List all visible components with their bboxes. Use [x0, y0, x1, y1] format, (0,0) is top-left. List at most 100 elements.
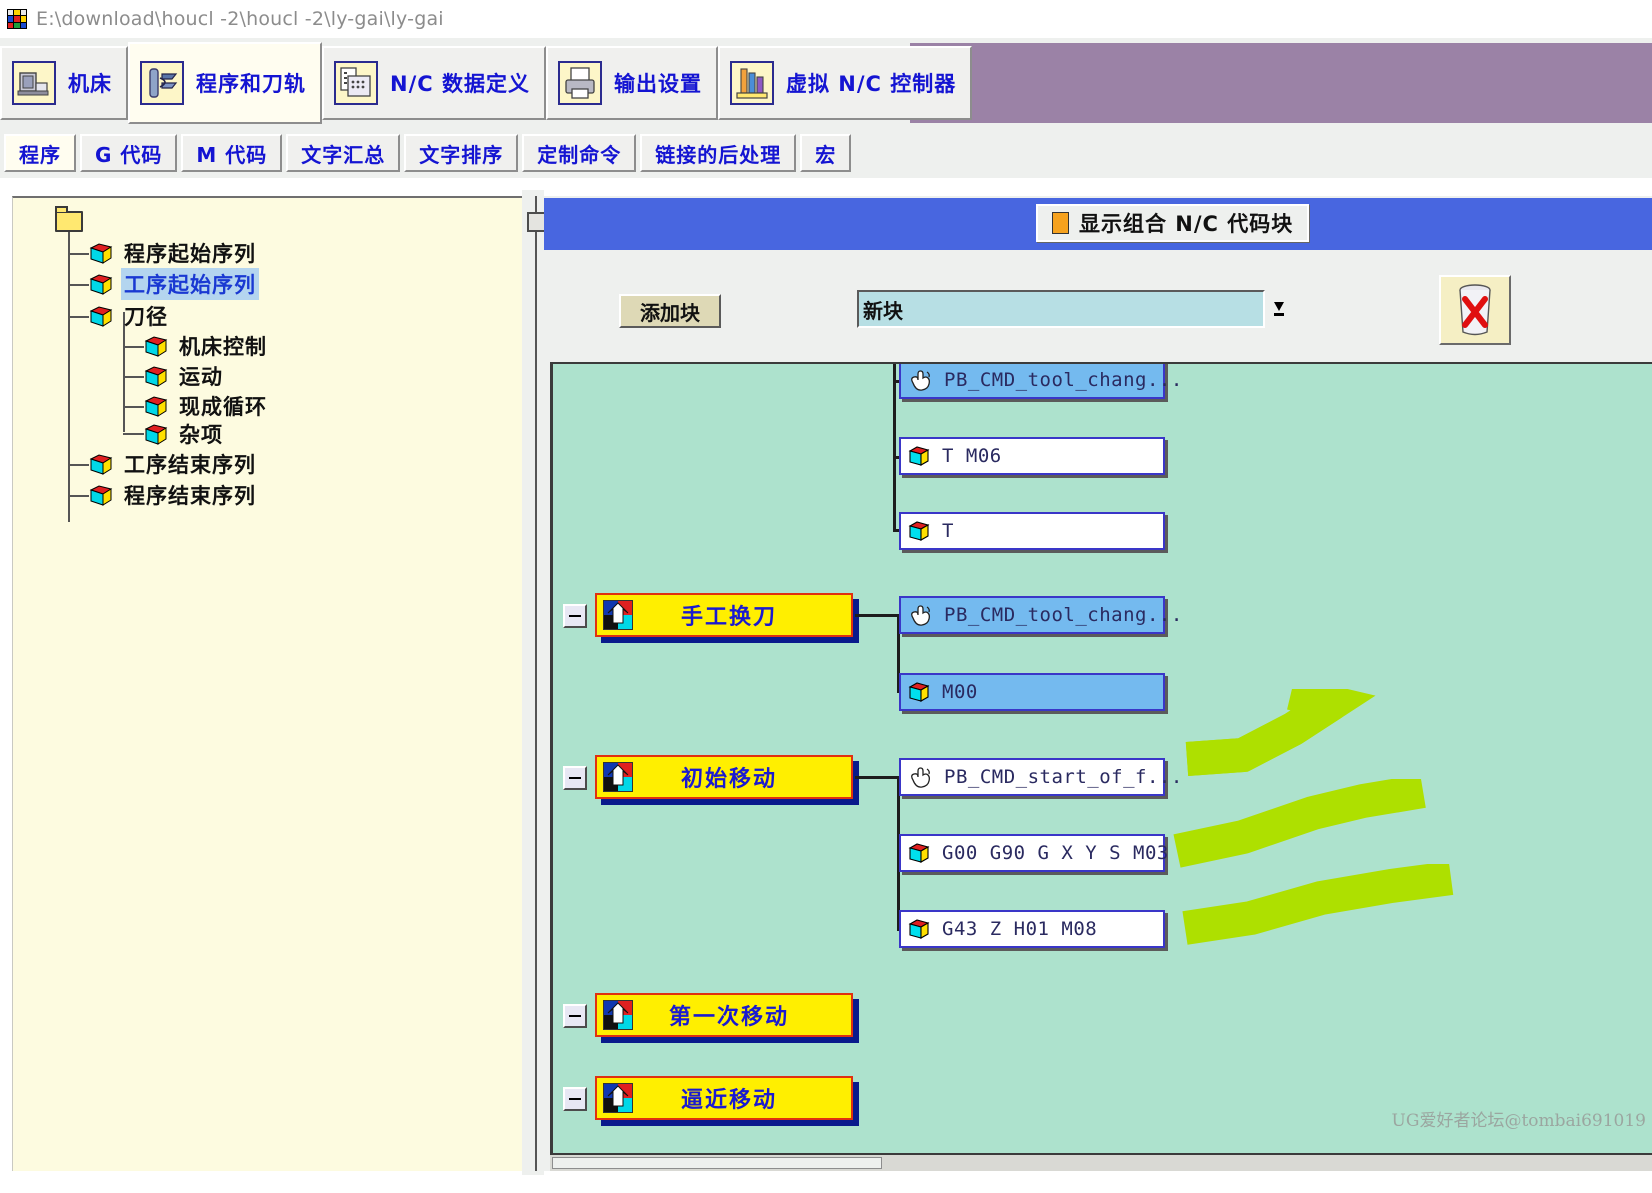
- subtab-program[interactable]: 程序: [4, 134, 76, 172]
- subtab-m-code[interactable]: M 代码: [181, 134, 283, 172]
- connector: [855, 776, 899, 779]
- nc-data-icon: [334, 61, 378, 105]
- block-item-t-m06[interactable]: T M06: [899, 437, 1165, 475]
- tab-output-settings-label: 输出设置: [613, 72, 702, 96]
- splitter-line: [535, 196, 537, 1171]
- collapse-minus-icon-group-1[interactable]: [563, 604, 587, 628]
- collapse-minus-icon-group-2[interactable]: [563, 766, 587, 790]
- tab-machine[interactable]: 机床: [0, 46, 128, 120]
- tree-item-program-start[interactable]: 程序起始序列: [89, 238, 259, 268]
- cube-icon: [89, 452, 113, 476]
- tab-nc-data-definition[interactable]: N/C 数据定义: [322, 46, 546, 120]
- main-tab-strip: 机床 程序和刀轨 N/C 数据定义 输出设置 虚拟 N/C 控制器: [0, 38, 1652, 128]
- tab-output-settings[interactable]: 输出设置: [545, 46, 718, 120]
- block-item-pb-cmd-tool-change-1[interactable]: PB_CMD_tool_chang...: [899, 364, 1182, 399]
- folder-icon[interactable]: [55, 206, 83, 232]
- subtab-linked-post[interactable]: 链接的后处理: [640, 134, 797, 172]
- window-title-bar: E:\download\houcl -2\houcl -2\ly-gai\ly-…: [0, 0, 1652, 38]
- panel-header-bar: 显示组合 N/C 代码块: [544, 198, 1652, 250]
- panel-splitter[interactable]: [522, 190, 547, 1175]
- group-node-initial-move[interactable]: 初始移动: [595, 755, 853, 799]
- annotation-stroke-1: [1185, 689, 1376, 776]
- subtab-custom-command[interactable]: 定制命令: [522, 134, 637, 172]
- group-node-label: 第一次移动: [668, 1005, 789, 1030]
- block-select-value[interactable]: 新块: [857, 290, 1265, 328]
- tree-item-label: 运动: [179, 365, 223, 389]
- block-item-g00-g90[interactable]: G00 G90 G X Y S M03: [899, 834, 1168, 872]
- block-select-combo[interactable]: 新块: [857, 290, 1291, 328]
- collapse-minus-icon-group-3[interactable]: [563, 1004, 587, 1028]
- block-item-label: G43 Z H01 M08: [942, 918, 1098, 940]
- cube-icon: [907, 444, 931, 468]
- hand-pointer-icon: [907, 369, 933, 391]
- printer-icon: [557, 61, 602, 105]
- tree-item-canned-cycle[interactable]: 现成循环: [144, 391, 270, 421]
- annotation-stroke-3: [1182, 864, 1454, 945]
- add-block-button[interactable]: 添加块: [619, 294, 721, 328]
- tree-line: [123, 346, 144, 348]
- tree-item-label: 工序起始序列: [121, 268, 259, 300]
- nc-block-canvas[interactable]: PB_CMD_tool_chang... T M06 T 手工换刀 PB_CMD…: [550, 362, 1652, 1153]
- block-item-label: PB_CMD_tool_chang...: [944, 604, 1183, 626]
- block-item-pb-cmd-tool-change-2[interactable]: PB_CMD_tool_chang...: [899, 596, 1182, 634]
- program-tree-panel[interactable]: 程序起始序列 工序起始序列 刀径 机床控制 运动 现成循环 杂项 工序结束序列 …: [12, 196, 522, 1171]
- panel-header-title: 显示组合 N/C 代码块: [1079, 212, 1294, 236]
- subtab-word-summary[interactable]: 文字汇总: [286, 134, 401, 172]
- tree-item-operation-start[interactable]: 工序起始序列: [89, 268, 259, 300]
- cube-icon: [907, 519, 931, 543]
- program-toolpath-icon: [140, 61, 184, 105]
- tree-line: [123, 406, 144, 408]
- panel-header-title-box: 显示组合 N/C 代码块: [1036, 204, 1310, 242]
- hand-pointer-icon: [907, 766, 933, 788]
- tree-line: [68, 284, 89, 286]
- group-node-first-move[interactable]: 第一次移动: [595, 993, 853, 1037]
- tree-item-operation-end[interactable]: 工序结束序列: [89, 449, 259, 479]
- subtab-g-code[interactable]: G 代码: [80, 134, 178, 172]
- group-node-approach-move[interactable]: 逼近移动: [595, 1076, 853, 1120]
- block-item-label: T: [942, 520, 954, 542]
- tree-item-label: 程序起始序列: [124, 242, 256, 266]
- block-item-m00[interactable]: M00: [899, 673, 1165, 711]
- cube-icon: [89, 241, 113, 265]
- forum-watermark: UG爱好者论坛@tombai691019: [1391, 1111, 1646, 1131]
- tab-nc-data-definition-label: N/C 数据定义: [390, 72, 530, 96]
- group-node-manual-tool-change[interactable]: 手工换刀: [595, 593, 853, 637]
- block-item-t[interactable]: T: [899, 512, 1165, 550]
- scrollbar-thumb[interactable]: [552, 1157, 882, 1169]
- cube-icon: [907, 917, 931, 941]
- cube-icon: [907, 680, 931, 704]
- block-item-label: M00: [942, 681, 978, 703]
- tree-line: [68, 316, 89, 318]
- sub-tab-strip: 程序 G 代码 M 代码 文字汇总 文字排序 定制命令 链接的后处理 宏: [0, 128, 1652, 178]
- tree-item-label: 杂项: [179, 423, 223, 447]
- tree-item-misc[interactable]: 杂项: [144, 419, 226, 449]
- canvas-horizontal-scrollbar[interactable]: [550, 1153, 1652, 1171]
- tree-line: [68, 253, 89, 255]
- collapse-minus-icon-group-4[interactable]: [563, 1087, 587, 1111]
- tree-item-label: 机床控制: [179, 335, 267, 359]
- tree-line: [123, 433, 144, 435]
- tab-virtual-nc-controller[interactable]: 虚拟 N/C 控制器: [717, 46, 973, 120]
- tab-program-toolpath[interactable]: 程序和刀轨: [128, 42, 322, 124]
- tree-item-label: 刀径: [124, 305, 168, 329]
- subtab-macro[interactable]: 宏: [800, 134, 852, 172]
- cube-icon: [89, 304, 113, 328]
- panel-toolbar: 添加块 新块: [544, 250, 1652, 358]
- cube-icon: [144, 422, 168, 446]
- hand-pointer-icon: [907, 604, 933, 626]
- trash-delete-icon[interactable]: [1439, 275, 1511, 345]
- tree-line: [68, 495, 89, 497]
- tree-item-machine-control[interactable]: 机床控制: [144, 331, 270, 361]
- subtab-word-order[interactable]: 文字排序: [404, 134, 519, 172]
- tree-item-motion[interactable]: 运动: [144, 361, 226, 391]
- block-item-pb-cmd-start-of-f[interactable]: PB_CMD_start_of_f...: [899, 758, 1182, 796]
- tree-item-program-end[interactable]: 程序结束序列: [89, 480, 259, 510]
- chevron-down-icon[interactable]: [1267, 290, 1291, 328]
- block-item-g43-z-h01-m08[interactable]: G43 Z H01 M08: [899, 910, 1165, 948]
- tabstrip-filler: [910, 43, 1652, 123]
- virtual-nc-icon: [729, 61, 774, 105]
- tree-item-label: 工序结束序列: [124, 453, 256, 477]
- block-item-label: PB_CMD_start_of_f...: [944, 766, 1183, 788]
- group-node-label: 逼近移动: [680, 1088, 777, 1113]
- tree-item-toolpath[interactable]: 刀径: [89, 301, 171, 331]
